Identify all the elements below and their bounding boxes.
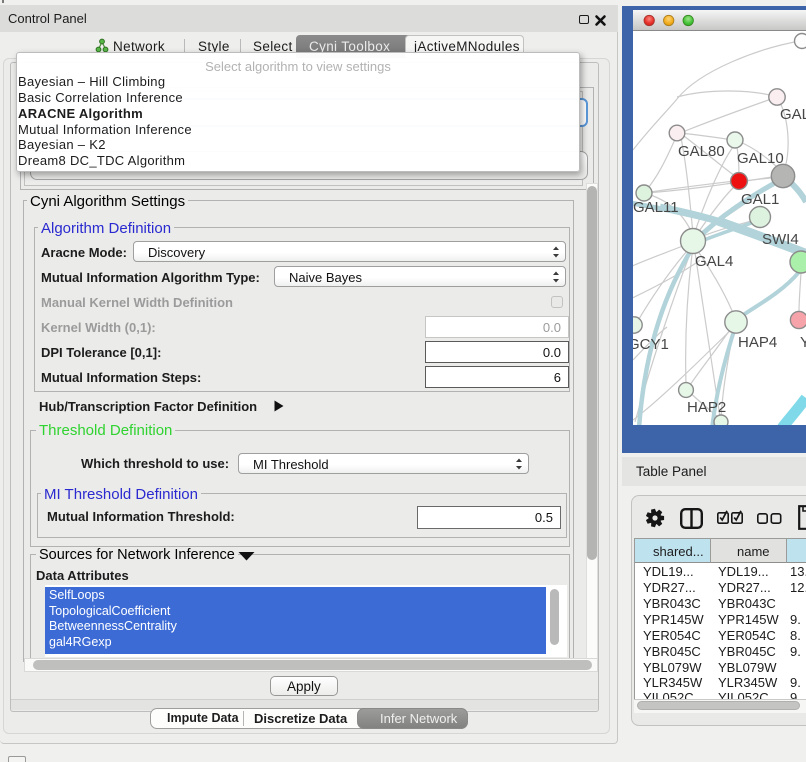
svg-text:GAL80: GAL80	[678, 143, 725, 160]
svg-text:GAL1: GAL1	[741, 191, 779, 208]
svg-text:GAL10: GAL10	[737, 150, 784, 167]
svg-text:YJ: YJ	[800, 334, 806, 351]
svg-text:HAP2: HAP2	[687, 399, 726, 416]
svg-text:GAL11: GAL11	[633, 199, 679, 216]
svg-text:GAL2: GAL2	[780, 106, 806, 123]
svg-text:SWI4: SWI4	[762, 231, 799, 248]
svg-text:GAL4: GAL4	[695, 253, 733, 270]
svg-text:HAP4: HAP4	[738, 334, 777, 351]
svg-text:GCY1: GCY1	[633, 336, 669, 353]
